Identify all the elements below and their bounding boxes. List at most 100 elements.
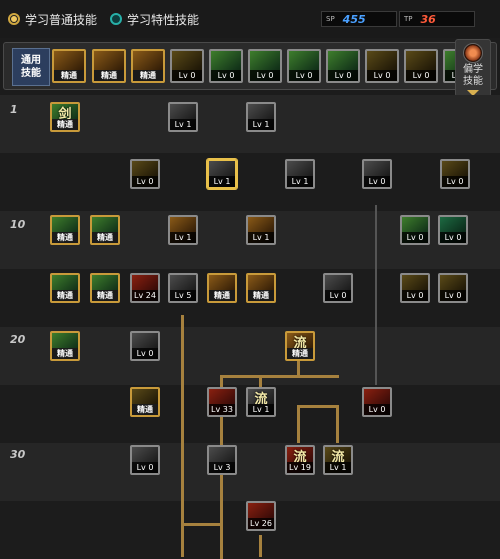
skill-slot[interactable]: Lv 5 bbox=[168, 273, 198, 303]
skill-slot[interactable]: Lv 1 bbox=[168, 215, 198, 245]
skill-slot[interactable]: Lv 26 bbox=[246, 501, 276, 531]
skill-slot[interactable]: 精通 bbox=[246, 273, 276, 303]
skill-slot[interactable]: Lv 0 bbox=[326, 49, 360, 83]
prereq-line bbox=[259, 535, 262, 557]
mastery-badge: 精通 bbox=[54, 70, 84, 81]
skill-slot[interactable]: 精通 bbox=[90, 273, 120, 303]
skill-slot[interactable]: Lv 0 bbox=[365, 49, 399, 83]
branch-icon bbox=[52, 333, 78, 349]
dash-icon bbox=[209, 275, 235, 291]
skill-slot[interactable]: Lv 0 bbox=[130, 159, 160, 189]
skill-slot[interactable]: 精通 bbox=[90, 215, 120, 245]
eye-icon bbox=[367, 51, 397, 71]
skill-filter-button[interactable]: 偏学 技能 bbox=[455, 39, 491, 97]
up-arrow-icon bbox=[132, 389, 158, 405]
fire-wave-icon bbox=[209, 389, 235, 405]
prereq-line bbox=[375, 205, 377, 385]
mastery-badge: 精通 bbox=[132, 404, 158, 415]
skill-slot[interactable]: Lv 0 bbox=[440, 159, 470, 189]
skill-slot[interactable]: Lv 1 bbox=[246, 102, 276, 132]
skill-slot[interactable]: Lv 3 bbox=[207, 445, 237, 475]
sp-label: SP bbox=[326, 15, 335, 23]
skill-slot[interactable]: 流 Lv 1 bbox=[246, 387, 276, 417]
tp-value: 36 bbox=[420, 12, 436, 26]
skill-level-label: Lv 0 bbox=[328, 70, 358, 81]
radio-learn-normal[interactable]: 学习普通技能 bbox=[8, 10, 97, 28]
skill-slot[interactable]: Lv 0 bbox=[287, 49, 321, 83]
skill-slot[interactable]: Lv 1 bbox=[207, 159, 237, 189]
skill-level-label: Lv 19 bbox=[287, 462, 313, 473]
prereq-line bbox=[297, 405, 300, 443]
level-marker-20: 20 bbox=[10, 333, 26, 346]
skill-slot[interactable]: 精通 bbox=[50, 215, 80, 245]
shield-icon bbox=[364, 161, 390, 177]
prereq-line bbox=[182, 523, 223, 526]
skill-slot[interactable]: 剑精通 bbox=[50, 102, 80, 132]
skill-slot[interactable]: 精通 bbox=[130, 387, 160, 417]
mastery-badge: 精通 bbox=[92, 290, 118, 301]
skill-level-label: Lv 0 bbox=[440, 232, 466, 243]
trident-icon bbox=[442, 161, 468, 177]
skill-slot[interactable]: Lv 0 bbox=[362, 387, 392, 417]
skill-slot[interactable]: Lv 0 bbox=[130, 331, 160, 361]
skill-slot[interactable]: Lv 0 bbox=[323, 273, 353, 303]
skill-slot[interactable]: Lv 0 bbox=[400, 215, 430, 245]
skill-level-label: Lv 0 bbox=[132, 348, 158, 359]
skill-slot[interactable]: Lv 0 bbox=[362, 159, 392, 189]
skill-slot[interactable]: Lv 0 bbox=[400, 273, 430, 303]
hook-icon bbox=[440, 217, 466, 233]
leap-icon bbox=[248, 275, 274, 291]
skill-slot[interactable]: 流 Lv 1 bbox=[323, 445, 353, 475]
skill-slot[interactable]: 流精通 bbox=[285, 331, 315, 361]
skill-slot[interactable]: Lv 0 bbox=[248, 49, 282, 83]
mastery-badge: 精通 bbox=[94, 70, 124, 81]
prereq-line bbox=[181, 315, 184, 557]
skill-slot[interactable]: 精通 bbox=[50, 331, 80, 361]
skill-slot[interactable]: 精通 bbox=[207, 273, 237, 303]
skill-level-label: Lv 1 bbox=[248, 119, 274, 130]
skill-level-label: Lv 0 bbox=[211, 70, 241, 81]
skill-slot[interactable]: 精通 bbox=[50, 273, 80, 303]
skill-level-label: Lv 1 bbox=[325, 462, 351, 473]
radio-learn-special[interactable]: 学习特性技能 bbox=[110, 10, 199, 28]
level-marker-30: 30 bbox=[10, 448, 26, 461]
skill-level-label: Lv 0 bbox=[132, 462, 158, 473]
skill-slot[interactable]: Lv 0 bbox=[170, 49, 204, 83]
skill-slot[interactable]: 流 Lv 19 bbox=[285, 445, 315, 475]
flow-fire-glyph: 流 bbox=[293, 449, 307, 465]
skill-level-label: Lv 0 bbox=[406, 70, 436, 81]
skill-slot[interactable]: Lv 1 bbox=[285, 159, 315, 189]
sword-glyph: 剑 bbox=[58, 106, 72, 122]
skill-level-label: Lv 0 bbox=[402, 290, 428, 301]
skill-level-label: Lv 0 bbox=[325, 290, 351, 301]
mastery-badge: 精通 bbox=[248, 290, 274, 301]
skill-level-label: Lv 33 bbox=[209, 404, 235, 415]
skill-slot[interactable]: Lv 0 bbox=[438, 215, 468, 245]
mastery-badge: 精通 bbox=[133, 70, 163, 81]
leaf-blade-icon bbox=[132, 333, 158, 349]
common-skills-tag: 通用 技能 bbox=[12, 48, 50, 86]
skill-level-label: Lv 0 bbox=[442, 176, 468, 187]
skill-level-label: Lv 0 bbox=[364, 176, 390, 187]
skill-level-label: Lv 0 bbox=[367, 70, 397, 81]
skill-slot[interactable]: Lv 24 bbox=[130, 273, 160, 303]
skill-slot[interactable]: Lv 1 bbox=[168, 102, 198, 132]
crossed-blades-icon bbox=[132, 275, 158, 291]
rider-icon bbox=[54, 51, 84, 71]
skill-slot[interactable]: Lv 0 bbox=[438, 273, 468, 303]
sprint-icon bbox=[289, 51, 319, 71]
flow-bolt-glyph: 流 bbox=[331, 449, 345, 465]
skill-slot[interactable]: Lv 1 bbox=[246, 215, 276, 245]
wings-icon bbox=[172, 51, 202, 71]
mastery-badge: 精通 bbox=[52, 290, 78, 301]
burst-icon bbox=[92, 275, 118, 291]
skill-slot[interactable]: Lv 0 bbox=[130, 445, 160, 475]
skill-slot[interactable]: 精通 bbox=[92, 49, 126, 83]
skill-slot[interactable]: 精通 bbox=[131, 49, 165, 83]
skill-slot[interactable]: 精通 bbox=[52, 49, 86, 83]
skill-slot[interactable]: Lv 33 bbox=[207, 387, 237, 417]
skill-slot[interactable]: Lv 0 bbox=[209, 49, 243, 83]
skill-slot[interactable]: Lv 0 bbox=[404, 49, 438, 83]
cross-icon bbox=[325, 275, 351, 291]
prereq-line bbox=[336, 405, 339, 443]
